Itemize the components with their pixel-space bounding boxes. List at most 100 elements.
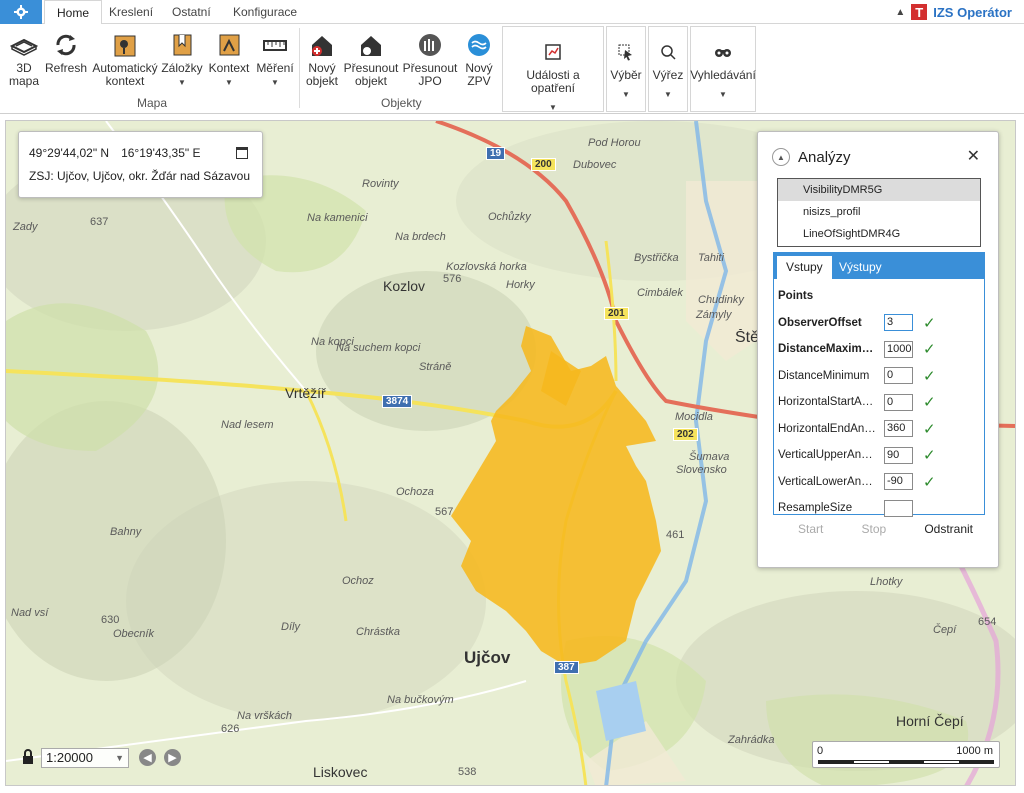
context-dropdown-icon: ▼	[225, 78, 233, 87]
events-button[interactable]: Události a opatření ▼	[502, 26, 604, 112]
height-label: 654	[978, 616, 997, 628]
app-logo: T	[911, 4, 928, 20]
tab-bar: Home Kreslení Ostatní Konfigurace ▲ T IZ…	[0, 0, 1024, 25]
forward-arrow-icon[interactable]: ▶	[164, 749, 181, 766]
select-cursor-icon	[611, 37, 641, 67]
road-number-202: 202	[673, 428, 698, 441]
refresh-button[interactable]: Refresh	[45, 30, 87, 75]
collapse-panel-icon[interactable]: ▲	[772, 148, 790, 166]
lock-icon[interactable]	[22, 749, 34, 768]
param-label: ObserverOffset	[778, 316, 862, 329]
bookmarks-button[interactable]: Záložky ▼	[161, 30, 203, 89]
auto-context-button[interactable]: Automatický kontext	[92, 30, 158, 88]
app-menu-button[interactable]	[0, 0, 42, 24]
param-label: DistanceMaxim…	[778, 343, 874, 356]
bookmarks-label: Záložky	[161, 61, 203, 75]
place-label: Vrtěžíř	[285, 385, 326, 401]
tab-outputs[interactable]: Výstupy	[830, 256, 891, 279]
select-button[interactable]: Výběr ▼	[606, 26, 646, 112]
context-icon	[214, 30, 244, 60]
new-zpv-button[interactable]: Nový ZPV	[462, 30, 496, 88]
place-label: Nad lesem	[221, 419, 274, 431]
measure-button[interactable]: Měření ▼	[255, 30, 295, 89]
refresh-icon	[51, 30, 81, 60]
place-label: Pod Horou	[588, 137, 641, 149]
group-label-mapa: Mapa	[137, 96, 168, 110]
context-button[interactable]: Kontext ▼	[207, 30, 251, 89]
clip-button[interactable]: Výřez ▼	[648, 26, 688, 112]
new-object-button[interactable]: Nový objekt	[303, 30, 341, 88]
tab-kresleni[interactable]: Kreslení	[97, 0, 165, 24]
bookmark-icon	[167, 30, 197, 60]
param-input[interactable]: -90	[884, 473, 913, 491]
tab-konfigurace[interactable]: Konfigurace	[221, 0, 309, 24]
param-input[interactable]: 0	[884, 367, 913, 385]
road-number-3874: 3874	[382, 395, 413, 408]
group-separator	[299, 28, 300, 108]
tab-inputs[interactable]: Vstupy	[777, 256, 832, 279]
param-label: HorizontalStartA…	[778, 396, 874, 409]
clip-inner: Výřez ▼	[649, 37, 687, 101]
place-label: Horní Čepí	[896, 713, 964, 729]
scalebar-max: 1000 m	[956, 745, 993, 757]
check-icon: ✓	[923, 341, 936, 359]
latitude: 49°29'44,02" N	[29, 146, 110, 160]
tab-home[interactable]: Home	[44, 0, 103, 25]
coordinates-box: 49°29'44,02" N 16°19'43,35" E ZSJ: Ujčov…	[18, 131, 263, 198]
place-label: Nad vsí	[11, 607, 49, 619]
param-input[interactable]	[884, 499, 913, 517]
scalebar-min: 0	[817, 745, 824, 757]
back-arrow-icon[interactable]: ◀	[139, 749, 156, 766]
param-list: Points ObserverOffset 3 ✓ DistanceMaxim… 10…	[774, 279, 984, 522]
close-icon[interactable]: ✕	[967, 146, 980, 166]
clip-dropdown-icon: ▼	[664, 90, 672, 99]
3d-map-icon	[9, 30, 39, 60]
param-input[interactable]: 360	[884, 420, 913, 438]
place-label: Ochůzky	[488, 211, 531, 223]
scale-select[interactable]: 1:20000 ▼	[41, 748, 129, 768]
analysis-item[interactable]: LineOfSightDMR4G	[778, 223, 980, 245]
calendar-icon[interactable]	[236, 147, 248, 159]
place-label: Bystřička	[634, 252, 679, 264]
param-input[interactable]: 90	[884, 446, 913, 464]
place-label: Slovensko	[676, 464, 727, 476]
param-input[interactable]: 1000	[884, 340, 913, 358]
height-label: 538	[458, 766, 477, 778]
param-label: HorizontalEndAn…	[778, 422, 876, 435]
fire-station-icon	[415, 30, 445, 60]
move-object-label-2: objekt	[354, 74, 388, 88]
gear-icon	[14, 5, 28, 19]
analysis-item[interactable]: nisizs_profil	[778, 201, 980, 223]
check-icon: ✓	[923, 367, 936, 385]
move-object-button[interactable]: Přesunout objekt	[344, 30, 398, 88]
3d-map-button[interactable]: 3D mapa	[7, 30, 41, 88]
place-label: Chudinky	[698, 294, 744, 306]
place-label: Obecník	[113, 628, 154, 640]
remove-button[interactable]: Odstranit	[924, 522, 973, 536]
param-input[interactable]: 0	[884, 393, 913, 411]
place-label: Zámyly	[696, 309, 732, 321]
height-label: 630	[101, 614, 120, 626]
start-button[interactable]: Start	[798, 522, 823, 536]
place-label: Dubovec	[573, 159, 617, 171]
analysis-item[interactable]: VisibilityDMR5G	[778, 179, 980, 201]
place-label: Na brdech	[395, 231, 446, 243]
place-label: Kozlov	[383, 278, 426, 294]
check-icon: ✓	[923, 314, 936, 332]
place-label: Na vrškách	[237, 710, 293, 722]
collapse-ribbon-icon[interactable]: ▲	[895, 7, 905, 18]
move-jpo-button[interactable]: Přesunout JPO	[403, 30, 457, 88]
search-button[interactable]: Vyhledávání ▼	[690, 26, 756, 112]
height-label: 567	[435, 506, 454, 518]
auto-context-icon	[110, 30, 140, 60]
tab-ostatni[interactable]: Ostatní	[160, 0, 223, 24]
place-label: Lhotky	[870, 576, 903, 588]
stop-button[interactable]: Stop	[861, 522, 886, 536]
refresh-label: Refresh	[44, 61, 88, 75]
search-inner: Vyhledávání ▼	[690, 37, 756, 101]
param-input[interactable]: 3	[884, 314, 913, 332]
place-label: Rovinty	[362, 178, 399, 190]
place-label: Čepí	[933, 624, 957, 636]
select-inner: Výběr ▼	[607, 37, 645, 101]
check-icon: ✓	[923, 394, 936, 412]
